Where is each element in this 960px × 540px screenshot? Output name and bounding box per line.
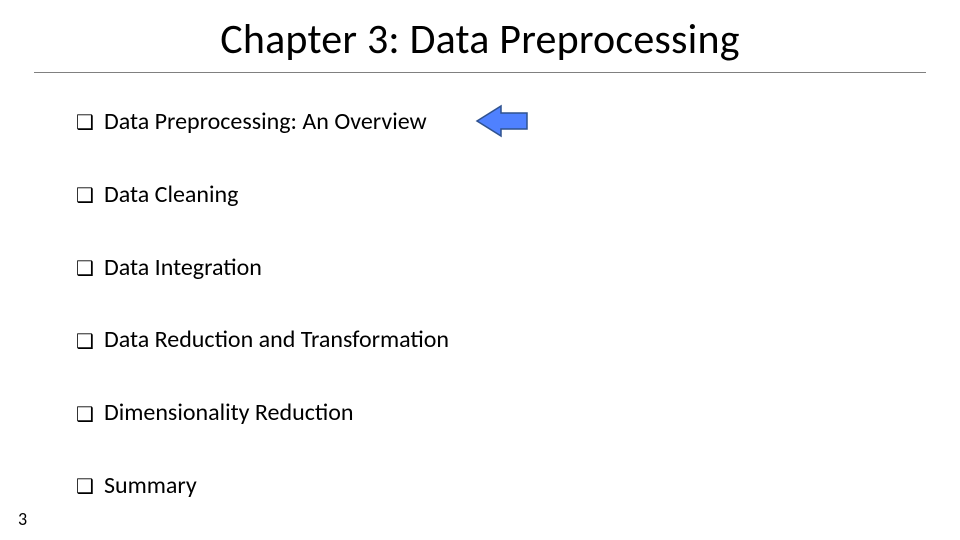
list-item: ❑ Summary xyxy=(76,472,896,501)
list-item: ❑ Data Cleaning xyxy=(76,181,896,210)
bullet-label: Data Integration xyxy=(104,254,262,283)
bullet-icon: ❑ xyxy=(76,405,94,425)
bullet-list: ❑ Data Preprocessing: An Overview ❑ Data… xyxy=(76,108,896,501)
slide-title: Chapter 3: Data Preprocessing xyxy=(0,14,960,65)
bullet-icon: ❑ xyxy=(76,186,94,206)
bullet-label: Dimensionality Reduction xyxy=(104,399,354,428)
bullet-icon: ❑ xyxy=(76,259,94,279)
title-underline xyxy=(34,72,926,73)
bullet-label: Data Preprocessing: An Overview xyxy=(104,108,427,137)
left-arrow-icon xyxy=(475,104,529,138)
bullet-label: Data Cleaning xyxy=(104,181,238,210)
bullet-icon: ❑ xyxy=(76,332,94,352)
bullet-icon: ❑ xyxy=(76,477,94,497)
list-item: ❑ Dimensionality Reduction xyxy=(76,399,896,428)
bullet-icon: ❑ xyxy=(76,113,94,133)
page-number: 3 xyxy=(18,508,27,530)
bullet-label: Data Reduction and Transformation xyxy=(104,326,449,355)
arrow-shape xyxy=(477,106,527,136)
list-item: ❑ Data Reduction and Transformation xyxy=(76,326,896,355)
list-item: ❑ Data Integration xyxy=(76,254,896,283)
slide: Chapter 3: Data Preprocessing ❑ Data Pre… xyxy=(0,0,960,540)
bullet-label: Summary xyxy=(104,472,197,501)
